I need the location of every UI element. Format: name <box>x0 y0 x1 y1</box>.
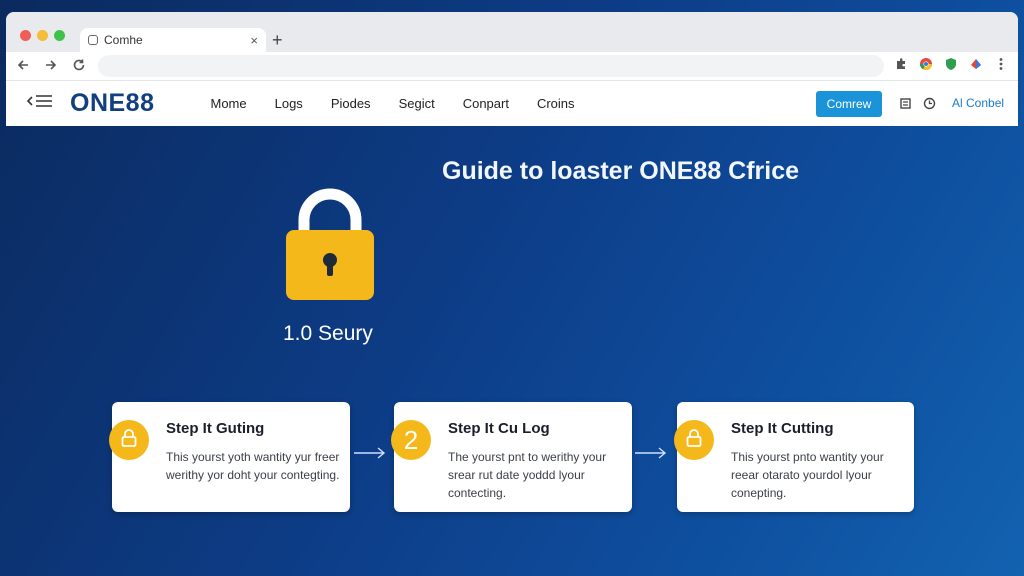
browser-tab[interactable]: Comhe × <box>80 28 266 52</box>
extension-icon[interactable] <box>969 57 983 71</box>
shield-icon[interactable] <box>944 57 958 71</box>
small-lock-icon <box>120 428 138 453</box>
step-2-number: 2 <box>403 424 419 455</box>
hamburger-menu-icon[interactable] <box>26 94 56 113</box>
back-arrow-icon[interactable] <box>12 58 34 75</box>
main-nav: Mome Logs Piodes Segict Conpart Croins <box>210 96 574 111</box>
nav-item-logs[interactable]: Logs <box>275 96 303 111</box>
chrome-icon[interactable] <box>919 57 933 71</box>
forward-arrow-icon[interactable] <box>40 58 62 75</box>
address-bar[interactable] <box>98 55 884 77</box>
browser-toolbar <box>6 52 1018 80</box>
step-3-title: Step It Cutting <box>731 420 834 437</box>
step-arrow-2-icon <box>635 447 667 459</box>
padlock-icon <box>282 188 378 307</box>
step-1-title: Step It Guting <box>166 420 265 437</box>
step-2-badge: 2 <box>391 420 431 460</box>
step-card-1[interactable]: Step It Guting This yourst yoth wantity … <box>109 402 350 512</box>
page-headline: Guide to loaster ONE88 Cfrice <box>442 157 800 185</box>
reload-icon[interactable] <box>68 58 90 75</box>
site-header: ONE88 Mome Logs Piodes Segict Conpart Cr… <box>6 80 1018 126</box>
nav-item-conpart[interactable]: Conpart <box>463 96 509 111</box>
nav-item-mome[interactable]: Mome <box>210 96 246 111</box>
history-icon[interactable] <box>922 96 936 110</box>
browser-window: Comhe × + ONE88 Mome Logs Piodes Segict … <box>6 12 1018 126</box>
extension-icons <box>894 57 1008 71</box>
nav-item-segict[interactable]: Segict <box>399 96 435 111</box>
maximize-window-button[interactable] <box>54 30 65 41</box>
step-card-3[interactable]: Step It Cutting This yourst pnto wantity… <box>674 402 914 512</box>
step-arrow-1-icon <box>354 447 386 459</box>
step-2-description: The yourst pnt to werithy your srear rut… <box>448 450 607 500</box>
nav-item-croins[interactable]: Croins <box>537 96 575 111</box>
step-card-2[interactable]: 2 Step It Cu Log The yourst pnt to werit… <box>391 402 632 512</box>
cta-button[interactable]: Comrew <box>816 91 882 117</box>
minimize-window-button[interactable] <box>37 30 48 41</box>
close-window-button[interactable] <box>20 30 31 41</box>
step-1-description: This yourst yoth wantity yur freer werit… <box>166 450 340 482</box>
step-3-badge <box>674 420 714 460</box>
tab-title: Comhe <box>104 33 143 47</box>
puzzle-icon[interactable] <box>894 57 908 71</box>
window-controls <box>20 30 65 41</box>
nav-item-piodes[interactable]: Piodes <box>331 96 371 111</box>
new-tab-button[interactable]: + <box>272 28 283 52</box>
tab-close-icon[interactable]: × <box>250 33 258 48</box>
header-right-link[interactable]: Al Conbel <box>952 96 1004 110</box>
step-2-title: Step It Cu Log <box>448 420 550 437</box>
lock-caption: 1.0 Seury <box>283 322 373 345</box>
bookmark-icon[interactable] <box>898 96 912 110</box>
site-logo[interactable]: ONE88 <box>70 89 154 118</box>
kebab-menu-icon[interactable] <box>994 57 1008 71</box>
small-lock-icon <box>685 428 703 453</box>
step-3-description: This yourst pnto wantity your reear otar… <box>731 450 884 500</box>
tab-bar: Comhe × + <box>6 12 1018 52</box>
tab-favicon-icon <box>88 35 98 45</box>
step-1-badge <box>109 420 149 460</box>
